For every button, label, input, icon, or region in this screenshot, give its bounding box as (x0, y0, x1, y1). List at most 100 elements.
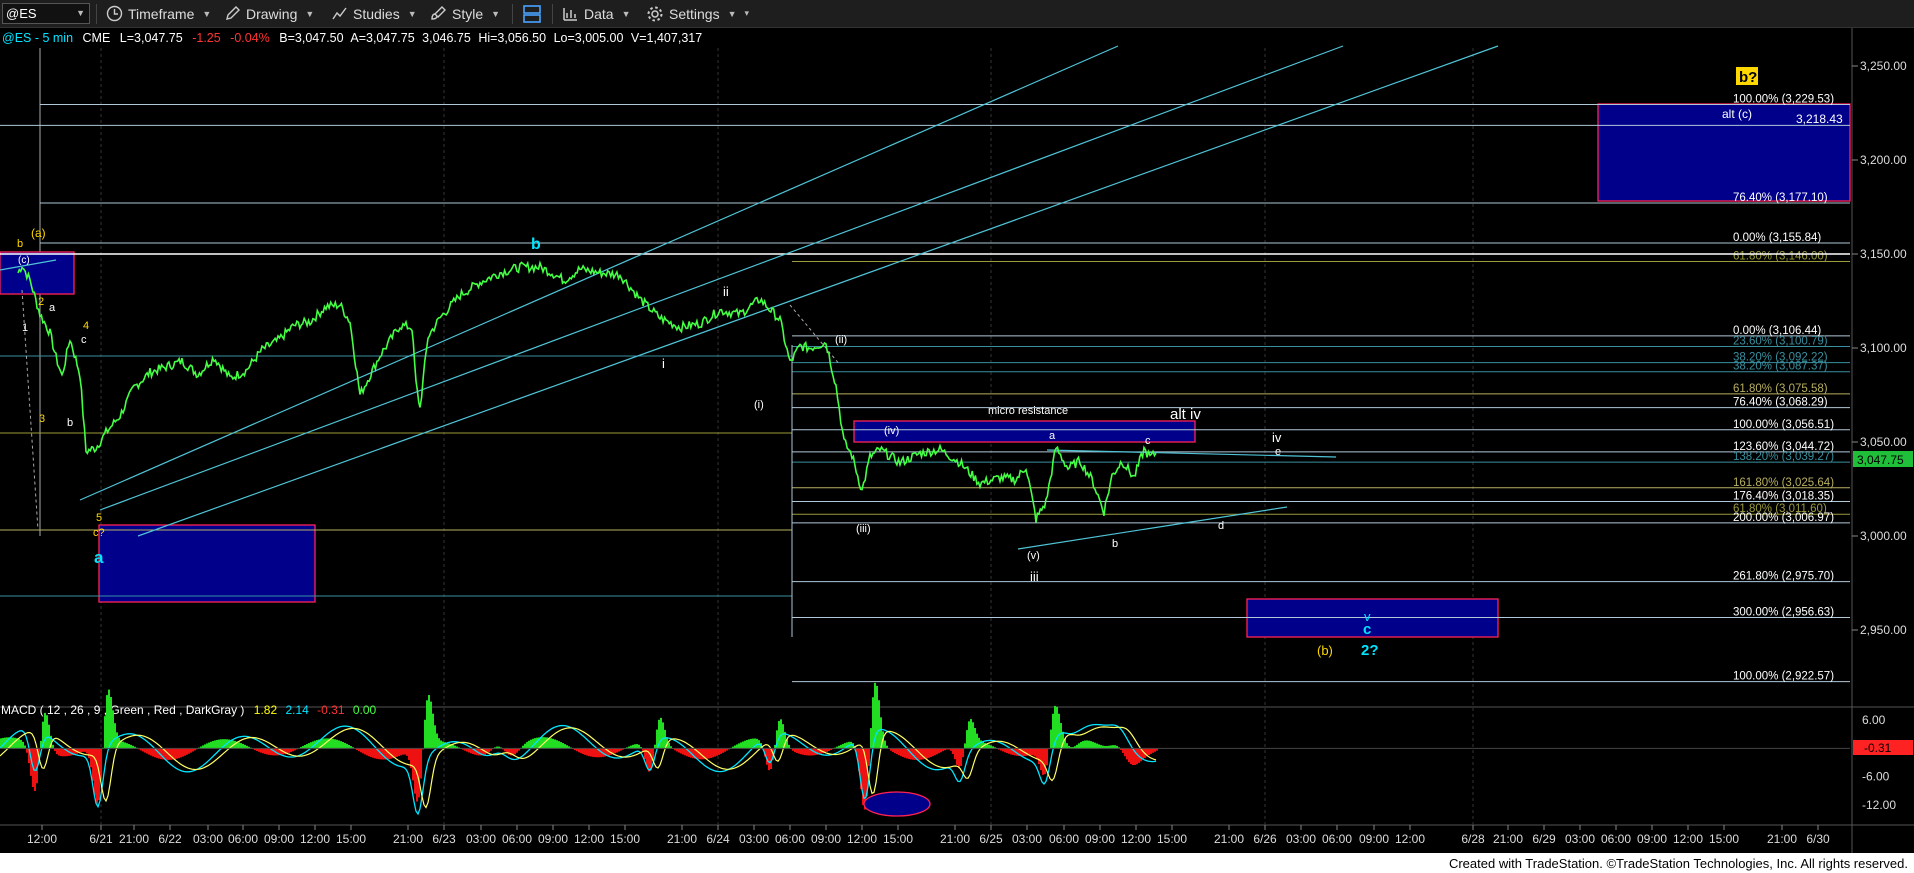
macd-bar (112, 710, 114, 749)
price-chart[interactable]: @ES - 5 min CME L=3,047.75 -1.25 -0.04% … (0, 28, 1914, 853)
macd-bar (722, 748, 724, 753)
macd-bar (954, 748, 956, 760)
macd-bar (326, 738, 328, 749)
macd-bar (514, 748, 516, 755)
style-brush-icon (431, 6, 446, 20)
macd-bar (148, 748, 150, 755)
symbol-input[interactable]: @ES ▼ (2, 3, 90, 24)
time-tick-label: 6/25 (979, 832, 1003, 846)
macd-bar (644, 748, 646, 760)
macd-bar (122, 741, 124, 749)
macd-bar (966, 730, 968, 749)
time-tick-label: 09:00 (1085, 832, 1115, 846)
style-button[interactable]: Style ▼ (430, 3, 500, 24)
layout-button[interactable] (522, 3, 547, 24)
label-sub-a: a (49, 302, 56, 314)
time-tick-label: 15:00 (1709, 832, 1739, 846)
macd-bar (362, 748, 364, 754)
toolbar-separator (96, 4, 97, 24)
drawing-label: Drawing (246, 5, 298, 22)
more-options-icon[interactable]: ▾ (745, 8, 750, 19)
label-2: 2 (38, 296, 44, 308)
macd-bar (712, 748, 714, 758)
time-tick-label: 06:00 (502, 832, 532, 846)
header-exchange: CME (83, 31, 111, 45)
header-volume: V=1,407,317 (631, 31, 702, 45)
macd-bar (878, 700, 880, 749)
label-c-question: c? (93, 527, 105, 539)
price-line (17, 260, 1157, 523)
macd-value-2: 2.14 (285, 703, 309, 717)
chevron-down-icon[interactable]: ▼ (76, 4, 85, 23)
fib-label: 161.80% (3,025.64) (1733, 477, 1834, 489)
macd-bar (1088, 740, 1090, 749)
macd-bar (1030, 748, 1032, 756)
macd-bar (14, 737, 16, 749)
macd-bar (330, 738, 332, 749)
price-axis[interactable]: 3,250.00 3,200.00 3,150.00 3,100.00 3,050.00… (1852, 59, 1907, 637)
time-tick-label: 09:00 (264, 832, 294, 846)
macd-bar (1122, 748, 1124, 753)
fib-label: 23.60% (3,100.79) (1733, 336, 1828, 348)
header-open: 3,046.75 (422, 31, 471, 45)
time-tick-label: 09:00 (1359, 832, 1389, 846)
studies-button[interactable]: Studies ▼ (331, 3, 417, 24)
macd-bar (178, 748, 180, 759)
macd-bar (412, 748, 414, 781)
gear-icon (647, 6, 663, 21)
macd-bar (430, 701, 432, 749)
fib-label: 76.40% (3,068.29) (1733, 397, 1828, 409)
macd-bar (742, 741, 744, 749)
toolbar: @ES ▼ Timeframe ▼ Drawing ▼ Studies ▼ Style… (0, 0, 1914, 28)
fib-label: 100.00% (3,229.53) (1733, 93, 1834, 105)
time-tick-label: 15:00 (336, 832, 366, 846)
macd-bar (580, 748, 582, 754)
macd-bar (46, 715, 48, 749)
macd-bar (1034, 748, 1036, 757)
label-paren-b: (b) (1317, 643, 1333, 658)
time-tick-label: 06:00 (1049, 832, 1079, 846)
dashed-projection (789, 304, 841, 366)
label-c-big: c (1363, 621, 1371, 638)
macd-bar (264, 748, 266, 754)
time-tick-label: 6/24 (706, 832, 730, 846)
drawing-button[interactable]: Drawing ▼ (224, 3, 314, 24)
macd-bar (176, 748, 178, 759)
time-tick-label: 06:00 (1322, 832, 1352, 846)
macd-bar (166, 748, 168, 760)
macd-bar (680, 748, 682, 754)
time-tick-label: 6/23 (432, 832, 456, 846)
macd-bar (1136, 748, 1138, 765)
price-tick-label: 3,050.00 (1860, 435, 1907, 449)
macd-bar (1006, 748, 1008, 754)
macd-bar (290, 748, 292, 753)
macd-bar (870, 728, 872, 749)
macd-bar (80, 748, 82, 753)
time-tick-label: 21:00 (940, 832, 970, 846)
macd-bar (1130, 748, 1132, 765)
timeframe-button[interactable]: Timeframe ▼ (106, 3, 211, 24)
macd-bar (684, 748, 686, 756)
macd-tick-label: 6.00 (1862, 713, 1886, 727)
macd-bar (782, 724, 784, 749)
time-tick-label: 12:00 (1121, 832, 1151, 846)
macd-bar (468, 748, 470, 753)
macd-bar (56, 748, 58, 755)
header-ask: A=3,047.75 (350, 31, 414, 45)
header-last: L=3,047.75 (120, 31, 183, 45)
macd-bar (210, 741, 212, 749)
price-tick-label: 3,100.00 (1860, 341, 1907, 355)
time-tick-label: 03:00 (1012, 832, 1042, 846)
macd-value-4: 0.00 (353, 703, 377, 717)
label-tri-b: b (1112, 538, 1118, 550)
macd-histogram (0, 682, 1158, 810)
data-button[interactable]: Data ▼ (562, 3, 631, 24)
macd-bar (10, 737, 12, 749)
macd-bar (96, 748, 98, 805)
macd-bar (594, 748, 596, 758)
label-paren-iv: (iv) (884, 425, 899, 437)
macd-bar (90, 748, 92, 768)
settings-button[interactable]: Settings ▼ ▾ (646, 3, 749, 24)
macd-bar (370, 748, 372, 758)
macd-bar (928, 748, 930, 758)
